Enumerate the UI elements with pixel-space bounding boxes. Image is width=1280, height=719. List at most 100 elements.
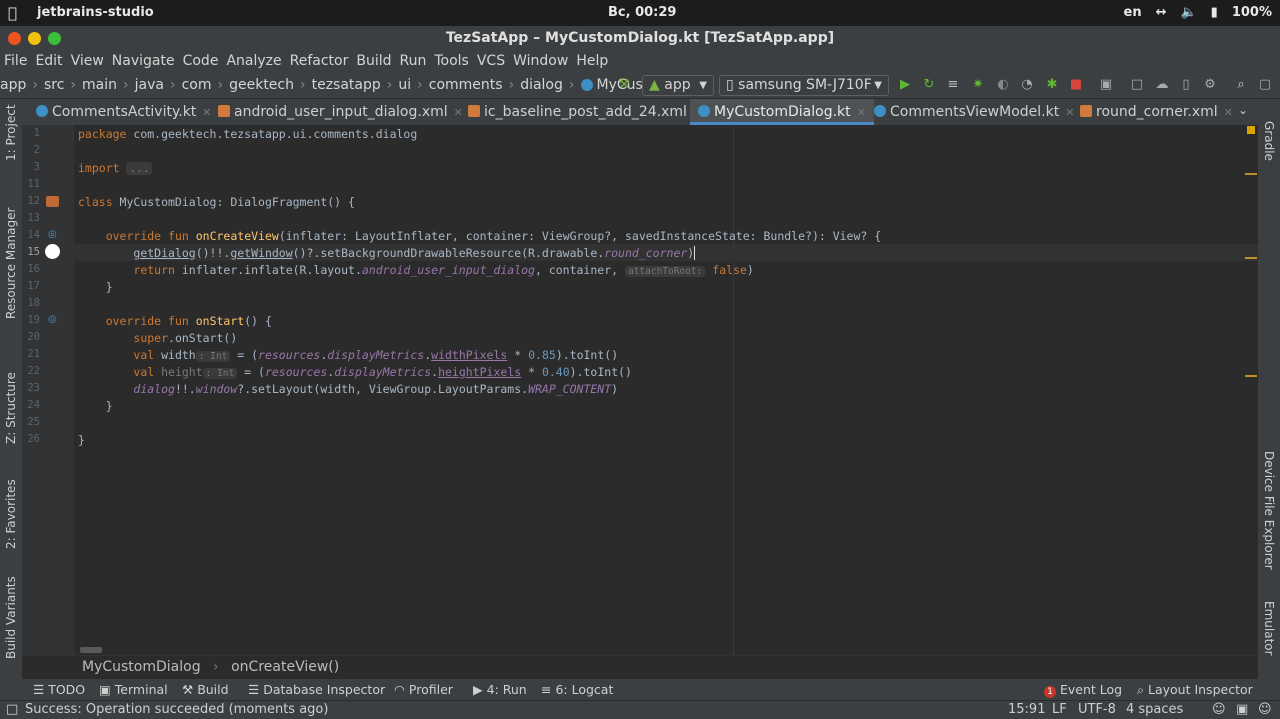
horizontal-scrollbar[interactable] — [80, 647, 102, 653]
breakpoint-marker[interactable] — [45, 244, 60, 259]
battery-icon[interactable]: ▮ — [1211, 5, 1218, 20]
layout-inspector-tool-button[interactable]: ⌕ Layout Inspector — [1137, 679, 1253, 700]
error-stripe-mark[interactable] — [1245, 257, 1257, 259]
event-log-tool-button[interactable]: 1 Event Log — [1044, 679, 1122, 700]
menu-edit[interactable]: Edit — [35, 50, 62, 72]
close-icon[interactable]: ✕ — [857, 106, 866, 119]
breadcrumb-class[interactable]: MyCustomDialog — [82, 659, 201, 675]
tool-gradle[interactable]: Gradle — [1262, 121, 1276, 161]
terminal-tool-button[interactable]: ▣ Terminal — [99, 679, 168, 700]
file-encoding[interactable]: UTF-8 — [1078, 701, 1116, 719]
volume-icon[interactable]: 🔈 — [1180, 5, 1196, 20]
tab-my-custom-dialog[interactable]: MyCustomDialog.kt ✕ — [690, 99, 874, 125]
menu-navigate[interactable]: Navigate — [112, 50, 175, 72]
run-config-select[interactable]: ▲ app ▼ — [642, 75, 714, 96]
search-icon[interactable]: ⌕ — [1233, 77, 1249, 93]
menu-view[interactable]: View — [71, 50, 104, 72]
breadcrumb-item[interactable]: com — [182, 72, 212, 99]
breadcrumb-item[interactable]: java — [135, 72, 164, 99]
logcat-tool-button[interactable]: ≡ 6: Logcat — [541, 679, 613, 700]
menu-file[interactable]: File — [4, 50, 27, 72]
tab-comments-activity[interactable]: CommentsActivity.kt ✕ — [36, 99, 212, 125]
menu-build[interactable]: Build — [356, 50, 391, 72]
stop-icon[interactable]: ■ — [1068, 77, 1084, 93]
avd-manager-icon[interactable]: □ — [1129, 77, 1145, 93]
breadcrumb-item[interactable]: dialog — [520, 72, 563, 99]
profiler-tool-button[interactable]: ◠ Profiler — [394, 679, 453, 700]
menu-tools[interactable]: Tools — [434, 50, 469, 72]
tool-device-file-explorer[interactable]: Device File Explorer — [1262, 451, 1276, 570]
tab-round-corner[interactable]: round_corner.xml ✕ — [1080, 99, 1233, 125]
chevron-down-icon[interactable]: ⌄ — [1238, 103, 1248, 117]
override-marker-icon[interactable]: ◎ — [48, 314, 57, 325]
close-icon[interactable]: ✕ — [1224, 106, 1233, 119]
menu-run[interactable]: Run — [400, 50, 427, 72]
status-message[interactable]: Success: Operation succeeded (moments ag… — [25, 701, 328, 719]
breadcrumb-item[interactable]: tezsatapp — [312, 72, 381, 99]
menu-window[interactable]: Window — [513, 50, 568, 72]
user-icon[interactable]: ▢ — [1257, 77, 1273, 93]
todo-tool-button[interactable]: ☰ TODO — [33, 679, 85, 700]
override-marker-icon[interactable]: ◎ — [48, 229, 57, 240]
tool-resource-manager[interactable]: Resource Manager — [4, 208, 18, 319]
keyboard-language[interactable]: en — [1124, 5, 1142, 20]
debug-attach-icon[interactable]: ✱ — [1044, 77, 1060, 93]
breadcrumb-item[interactable]: comments — [429, 72, 503, 99]
analysis-status-icon[interactable] — [1247, 126, 1255, 134]
breadcrumb-item[interactable]: geektech — [229, 72, 294, 99]
layout-inspector-icon[interactable]: ⚙ — [1202, 77, 1218, 93]
device-manager-icon[interactable]: ▯ — [1178, 77, 1194, 93]
folded-imports[interactable]: ... — [126, 162, 153, 175]
tab-android-user-input-dialog[interactable]: android_user_input_dialog.xml ✕ — [218, 99, 463, 125]
status-window-icon[interactable]: □ — [6, 701, 18, 719]
tab-ic-baseline-post-add[interactable]: ic_baseline_post_add_24.xml✕ — [468, 99, 702, 125]
menu-help[interactable]: Help — [576, 50, 608, 72]
hammer-icon[interactable]: ⚒ — [616, 77, 632, 93]
sync-project-icon[interactable]: ▣ — [1098, 77, 1114, 93]
breadcrumb-item[interactable]: app — [0, 72, 26, 99]
apply-code-changes-icon[interactable]: ≡ — [945, 77, 961, 93]
apple-icon[interactable]:  — [8, 4, 17, 22]
tool-project[interactable]: 1: Project — [4, 104, 18, 161]
tab-comments-view-model[interactable]: CommentsViewModel.kt ✕ — [874, 99, 1074, 125]
close-icon[interactable]: ✕ — [202, 106, 211, 119]
network-icon[interactable]: ↔ — [1156, 5, 1167, 20]
tool-structure[interactable]: Z: Structure — [4, 372, 18, 444]
close-icon[interactable]: ✕ — [454, 106, 463, 119]
attach-debugger-icon[interactable]: ◐ — [995, 77, 1011, 93]
error-stripe-mark[interactable] — [1245, 375, 1257, 377]
breadcrumb-function[interactable]: onCreateView() — [231, 659, 339, 675]
tool-emulator[interactable]: Emulator — [1262, 601, 1276, 656]
caret-position[interactable]: 15:91 — [1008, 701, 1045, 719]
close-icon[interactable]: ✕ — [1065, 106, 1074, 119]
menu-code[interactable]: Code — [183, 50, 219, 72]
menu-analyze[interactable]: Analyze — [226, 50, 281, 72]
breadcrumb-item[interactable]: src — [44, 72, 64, 99]
menu-refactor[interactable]: Refactor — [290, 50, 349, 72]
breadcrumb-item[interactable]: main — [82, 72, 117, 99]
inspection-face-icon[interactable]: ☺ — [1212, 701, 1226, 719]
run-tool-button[interactable]: ▶ 4: Run — [473, 679, 527, 700]
breadcrumb-item[interactable]: ui — [398, 72, 411, 99]
close-window-button[interactable] — [8, 32, 21, 45]
menu-vcs[interactable]: VCS — [477, 50, 505, 72]
active-app-name[interactable]: jetbrains-studio — [37, 5, 154, 20]
line-separator[interactable]: LF — [1052, 701, 1067, 719]
system-clock[interactable]: Вс, 00:29 — [608, 5, 676, 20]
database-inspector-tool-button[interactable]: ☰ Database Inspector — [248, 679, 385, 700]
maximize-window-button[interactable] — [48, 32, 61, 45]
error-stripe-mark[interactable] — [1245, 173, 1257, 175]
tool-build-variants[interactable]: Build Variants — [4, 576, 18, 659]
notifications-icon[interactable]: ☺ — [1258, 701, 1272, 719]
device-select[interactable]: ▯ samsung SM-J710F ▼ — [719, 75, 889, 96]
sdk-manager-icon[interactable]: ☁ — [1154, 77, 1170, 93]
class-hierarchy-icon[interactable] — [46, 196, 59, 207]
profile-icon[interactable]: ◔ — [1019, 77, 1035, 93]
indent-setting[interactable]: 4 spaces — [1126, 701, 1183, 719]
build-tool-button[interactable]: ⚒ Build — [182, 679, 229, 700]
tool-favorites[interactable]: 2: Favorites — [4, 479, 18, 549]
run-icon[interactable]: ▶ — [897, 77, 913, 93]
lock-icon[interactable]: ▣ — [1236, 701, 1248, 719]
debug-icon[interactable]: ✷ — [970, 77, 986, 93]
minimize-window-button[interactable] — [28, 32, 41, 45]
